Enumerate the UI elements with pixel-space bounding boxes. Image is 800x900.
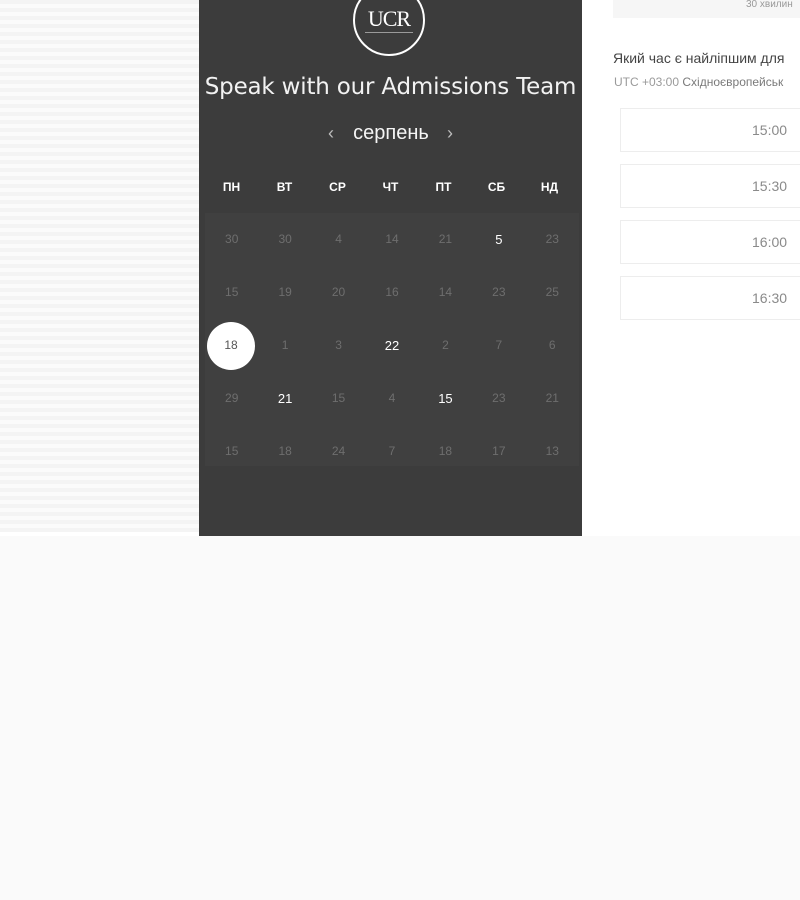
calendar-day[interactable]: 15 [419,372,472,425]
logo-text: UCR [367,6,411,31]
weekday-label: ПН [222,180,241,194]
calendar-day: 30 [278,232,292,246]
calendar-day: 23 [545,232,559,246]
timezone-name: Східноєвропейськ [682,75,784,89]
timezone-selector[interactable]: UTC +03:00 Східноєвропейськ [614,75,783,89]
calendar-panel: UCR Speak with our Admissions Team ‹ сер… [199,0,582,536]
calendar-day[interactable]: 22 [365,319,418,372]
calendar-day: 4 [335,232,342,246]
weekday-header: ПН ВТ СР ЧТ ПТ СБ НД [199,175,582,199]
calendar-grid: 30 30 4 14 21 5 23 15 19 20 16 14 23 25 18 1 3 22 2 7 6 29 21 1… [205,213,579,466]
weekday-label: ВТ [276,180,293,194]
month-navigator: ‹ серпень › [199,120,582,148]
time-slot-button[interactable]: 16:00 [620,220,800,264]
calendar-day: 20 [331,285,346,299]
calendar-day: 1 [281,338,289,352]
time-question: Який час є найліпшим для [613,50,785,66]
weekday-label: ЧТ [382,180,399,194]
ucr-logo: UCR [353,0,425,56]
weekday-label: ПТ [435,180,452,194]
selected-day-indicator[interactable]: 18 [207,322,255,370]
timezone-offset: UTC +03:00 [614,75,680,89]
weekday-label: СБ [487,180,506,194]
duration-label: 30 хвилин [746,0,793,10]
calendar-day: 21 [438,232,453,246]
logo-underline [365,32,413,35]
calendar-day: 7 [388,444,396,458]
weekday-label: СР [329,180,346,194]
calendar-day: 4 [388,391,396,405]
calendar-day[interactable]: 18 [205,319,258,372]
calendar-day: 13 [545,444,559,458]
calendar-day: 16 [385,285,399,299]
calendar-day: 30 [225,232,239,246]
calendar-day: 19 [278,285,292,299]
calendar-day: 21 [545,391,559,405]
calendar-day: 25 [545,285,559,299]
calendar-day: 18 [278,444,292,458]
calendar-day: 15 [225,285,239,299]
calendar-day: 3 [335,338,342,352]
time-slot-button[interactable]: 15:30 [620,164,800,208]
calendar-day[interactable]: 5 [472,213,525,266]
month-label: серпень [353,122,429,144]
calendar-day: 14 [385,232,399,246]
chevron-left-icon[interactable]: ‹ [321,122,341,144]
page: UCR Speak with our Admissions Team ‹ сер… [0,0,800,900]
time-slot-button[interactable]: 16:30 [620,276,800,320]
calendar-day: 7 [495,338,503,352]
calendar-day: 23 [492,285,506,299]
calendar-day: 24 [331,444,346,458]
calendar-day: 18 [438,444,453,458]
chevron-right-icon[interactable]: › [440,122,460,144]
left-gutter [0,0,199,532]
calendar-day: 17 [492,444,506,458]
calendar-day: 15 [331,391,346,405]
calendar-day: 29 [225,391,239,405]
weekday-label: НД [540,180,559,194]
calendar-day: 23 [492,391,506,405]
calendar-day: 14 [438,285,453,299]
calendar-day: 2 [442,338,449,352]
calendar-day[interactable]: 21 [258,372,311,425]
calendar-day: 6 [548,338,556,352]
page-background [0,536,800,900]
panel-title: Speak with our Admissions Team [204,74,577,100]
calendar-day: 15 [225,444,239,458]
time-slot-button[interactable]: 15:00 [620,108,800,152]
